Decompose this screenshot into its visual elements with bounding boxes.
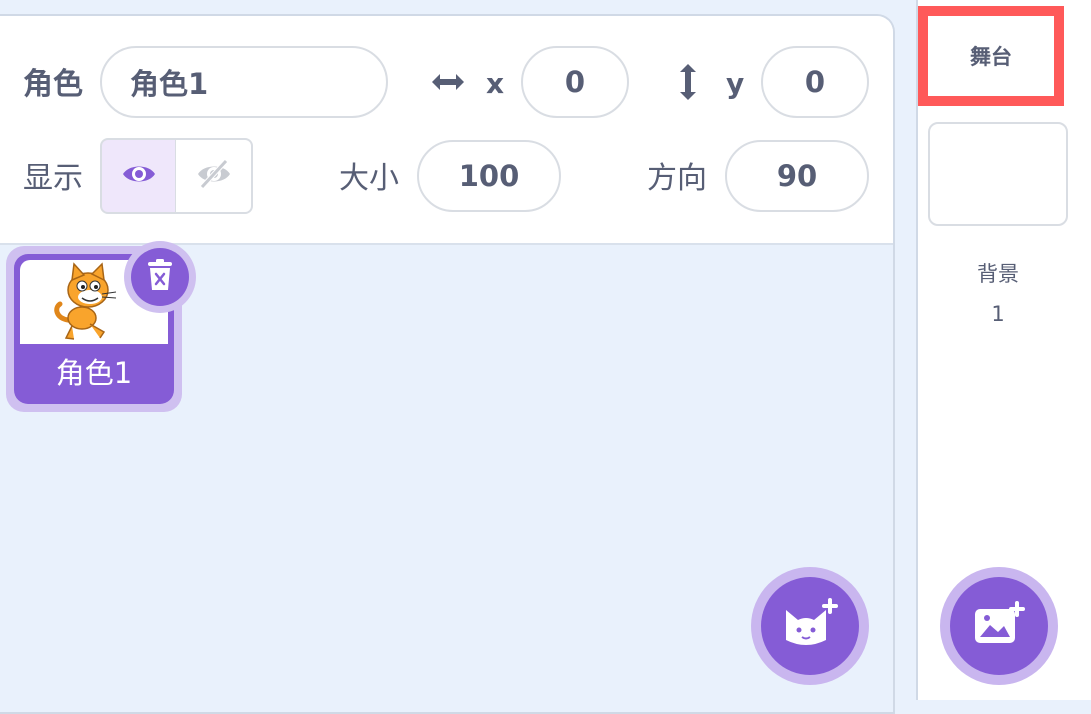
delete-sprite-button[interactable] xyxy=(124,241,196,313)
sprite-info-panel: 角色 角色1 x 0 y 0 显示 大小 100 方向 90 xyxy=(0,16,893,245)
direction-value: 90 xyxy=(776,159,818,193)
add-sprite-button-inner xyxy=(761,577,859,675)
stage-column: 舞台 背景 1 xyxy=(916,0,1091,700)
vertical-arrows-icon xyxy=(674,62,702,106)
backdrop-count: 1 xyxy=(991,302,1005,326)
size-label: 大小 xyxy=(339,161,399,196)
add-backdrop-icon xyxy=(971,599,1027,653)
stage-header[interactable]: 舞台 xyxy=(918,6,1064,106)
eye-icon xyxy=(121,161,157,191)
x-label: x xyxy=(486,67,505,100)
sprite-tile-label: 角色1 xyxy=(55,356,133,390)
y-label: y xyxy=(726,67,745,100)
eye-slash-icon xyxy=(196,159,232,193)
add-backdrop-button-inner xyxy=(950,577,1048,675)
horizontal-arrows-icon xyxy=(429,68,467,100)
add-sprite-icon xyxy=(780,596,840,656)
trash-icon xyxy=(145,258,175,296)
size-input[interactable]: 100 xyxy=(417,140,561,212)
stage-header-label: 舞台 xyxy=(970,45,1012,69)
direction-label: 方向 xyxy=(647,161,707,196)
delete-sprite-button-inner xyxy=(131,248,189,306)
add-backdrop-button[interactable] xyxy=(940,567,1058,685)
x-input[interactable]: 0 xyxy=(521,46,629,118)
sprite-name-label: 角色 xyxy=(23,67,83,102)
add-sprite-button[interactable] xyxy=(751,567,869,685)
show-visible-button[interactable] xyxy=(100,138,177,214)
x-value: 0 xyxy=(564,65,586,99)
show-label: 显示 xyxy=(23,161,83,196)
size-value: 100 xyxy=(458,159,520,193)
backdrop-label: 背景 xyxy=(977,262,1019,286)
sprite-name-input[interactable]: 角色1 xyxy=(100,46,388,118)
sprite-name-value: 角色1 xyxy=(130,67,209,101)
direction-input[interactable]: 90 xyxy=(725,140,869,212)
show-hidden-button[interactable] xyxy=(176,138,253,214)
y-value: 0 xyxy=(804,65,826,99)
y-input[interactable]: 0 xyxy=(761,46,869,118)
stage-thumbnail[interactable] xyxy=(928,122,1068,226)
